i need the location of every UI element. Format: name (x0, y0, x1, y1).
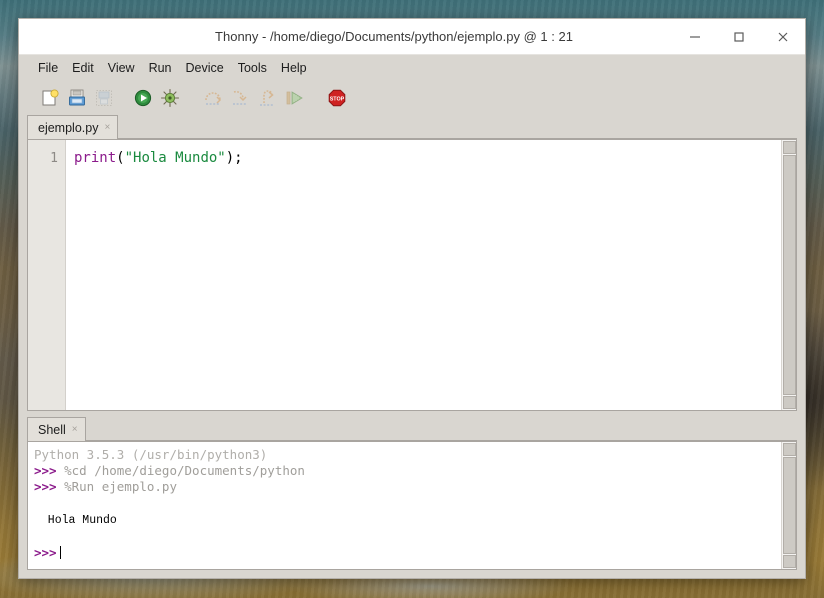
tab-close-icon[interactable]: × (72, 424, 78, 435)
maximize-button[interactable] (717, 19, 761, 54)
shell-prompt: >>> (34, 479, 57, 494)
maximize-icon (734, 31, 744, 42)
shell-command-text: %cd /home/diego/Documents/python (56, 463, 305, 478)
shell-line-output: Hola Mundo (34, 511, 781, 529)
resume-icon (286, 91, 303, 105)
step-into-button[interactable] (227, 85, 253, 111)
tab-ejemplo-py[interactable]: ejemplo.py × (27, 115, 119, 139)
shell-output-area[interactable]: Python 3.5.3 (/usr/bin/python3) >>> %cd … (28, 442, 781, 569)
save-file-button[interactable] (91, 85, 117, 111)
minimize-icon (690, 35, 700, 38)
toolbar: STOP (19, 81, 805, 115)
shell-tabstrip-filler (85, 417, 797, 441)
stop-button[interactable]: STOP (324, 85, 350, 111)
shell-line-command: >>> %cd /home/diego/Documents/python (34, 463, 781, 479)
shell-scroll-thumb[interactable] (782, 457, 796, 554)
shell-line-input[interactable]: >>> (34, 545, 781, 561)
menu-tools[interactable]: Tools (231, 58, 274, 78)
shell-blank-line (34, 529, 781, 545)
editor-scroll-thumb[interactable] (782, 155, 796, 395)
new-file-button[interactable] (37, 85, 63, 111)
window-controls (673, 19, 805, 54)
tab-label: ejemplo.py (38, 120, 99, 135)
run-play-icon (134, 89, 152, 107)
code-token-keyword: print (74, 150, 117, 166)
text-cursor (59, 546, 61, 559)
close-icon (778, 32, 788, 41)
editor-vertical-scrollbar[interactable] (781, 140, 796, 410)
editor-code-area[interactable]: print("Hola Mundo"); (66, 140, 781, 410)
shell-blank-line (34, 495, 781, 511)
menu-edit[interactable]: Edit (65, 58, 101, 78)
open-file-button[interactable] (64, 85, 90, 111)
desktop-wallpaper: Thonny - /home/diego/Documents/python/ej… (0, 0, 824, 598)
menu-device[interactable]: Device (179, 58, 231, 78)
shell-line-command: >>> %Run ejemplo.py (34, 479, 781, 495)
shell-prompt: >>> (34, 463, 57, 478)
editor-pane: 1 print("Hola Mundo"); (27, 139, 797, 411)
stop-sign-icon: STOP (328, 89, 346, 107)
panels-container: ejemplo.py × 1 print("Hola Mundo"); Shel… (19, 115, 805, 578)
shell-system-text: Python 3.5.3 (/usr/bin/python3) (34, 447, 268, 462)
tab-shell[interactable]: Shell × (27, 417, 86, 441)
shell-output-text: Hola Mundo (34, 514, 117, 527)
shell-prompt: >>> (34, 545, 57, 560)
menu-run[interactable]: Run (142, 58, 179, 78)
shell-vertical-scrollbar[interactable] (781, 442, 796, 569)
step-into-icon (233, 90, 247, 105)
open-file-icon (69, 89, 85, 106)
editor-tabstrip-filler (118, 115, 797, 139)
shell-notebook: Shell × Python 3.5.3 (/usr/bin/python3) … (27, 417, 797, 570)
scroll-up-arrow-icon[interactable] (782, 141, 796, 154)
scroll-down-arrow-icon[interactable] (782, 555, 796, 568)
code-token-tail: ); (225, 150, 243, 166)
menu-help[interactable]: Help (274, 58, 314, 78)
shell-tabstrip: Shell × (27, 417, 797, 441)
step-over-button[interactable] (200, 85, 226, 111)
minimize-button[interactable] (673, 19, 717, 54)
close-button[interactable] (761, 19, 805, 54)
shell-scroll-track[interactable] (782, 457, 797, 554)
scroll-down-arrow-icon[interactable] (782, 396, 796, 409)
run-button[interactable] (130, 85, 156, 111)
step-out-icon (260, 90, 274, 106)
new-file-icon (42, 89, 59, 106)
editor-scroll-track[interactable] (782, 155, 797, 395)
save-file-icon (96, 90, 112, 106)
debug-bug-icon (160, 88, 180, 108)
step-out-button[interactable] (254, 85, 280, 111)
menu-file[interactable]: File (31, 58, 65, 78)
debug-button[interactable] (157, 85, 183, 111)
stop-label: STOP (330, 96, 345, 102)
thonny-window: Thonny - /home/diego/Documents/python/ej… (18, 18, 806, 579)
scroll-up-arrow-icon[interactable] (782, 443, 796, 456)
step-over-icon (205, 92, 222, 105)
menu-view[interactable]: View (101, 58, 142, 78)
shell-pane: Python 3.5.3 (/usr/bin/python3) >>> %cd … (27, 441, 797, 570)
tab-close-icon[interactable]: × (104, 122, 110, 133)
shell-line-system: Python 3.5.3 (/usr/bin/python3) (34, 447, 781, 463)
editor-line-numbers: 1 (28, 140, 66, 410)
window-titlebar: Thonny - /home/diego/Documents/python/ej… (19, 19, 805, 55)
editor-notebook: ejemplo.py × 1 print("Hola Mundo"); (27, 115, 797, 411)
resume-button[interactable] (281, 85, 307, 111)
code-token-string: "Hola Mundo" (124, 150, 226, 166)
line-number: 1 (50, 151, 58, 166)
tab-label: Shell (38, 422, 66, 437)
editor-tabstrip: ejemplo.py × (27, 115, 797, 139)
menubar: File Edit View Run Device Tools Help (19, 55, 805, 81)
shell-command-text: %Run ejemplo.py (56, 479, 177, 494)
code-token-open-paren: ( (116, 150, 125, 166)
window-title: Thonny - /home/diego/Documents/python/ej… (215, 29, 573, 44)
